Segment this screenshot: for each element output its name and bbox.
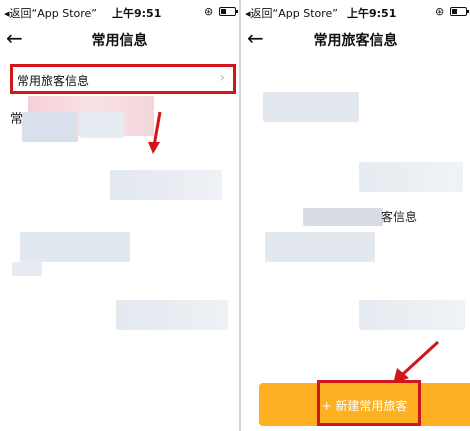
rotation-lock-icon: ⊛	[435, 5, 445, 18]
blurred-block	[80, 112, 124, 138]
status-time: 上午9:51	[112, 7, 162, 20]
status-time: 上午9:51	[347, 7, 397, 20]
battery-icon	[219, 7, 238, 16]
blurred-block	[12, 262, 42, 276]
add-frequent-traveler-button[interactable]: + 新建常用旅客	[259, 380, 470, 426]
right-screen: ◂返回“App Store” 上午9:51 ⊛ ← 常用旅客信息 客信息 + 新…	[241, 0, 470, 431]
annotation-arrow	[148, 111, 162, 154]
blurred-block	[359, 162, 463, 192]
return-to-app-store[interactable]: ◂返回“App Store”	[245, 5, 338, 21]
blurred-block	[110, 170, 222, 200]
page-title: 常用旅客信息	[313, 33, 398, 49]
partial-traveler-text: 客信息	[381, 210, 418, 224]
highlight-box	[317, 380, 421, 426]
chevron-right-icon: ›	[219, 70, 225, 86]
menu-item-label: 常用旅客信息	[17, 74, 90, 88]
status-bar: ◂返回“App Store” 上午9:51 ⊛	[0, 0, 239, 22]
blurred-block	[116, 300, 228, 330]
status-bar: ◂返回“App Store” 上午9:51 ⊛	[241, 0, 470, 22]
blurred-block	[20, 232, 130, 262]
frequent-traveler-info-item[interactable]: 常用旅客信息 ›	[10, 64, 236, 94]
nav-bar: ← 常用旅客信息	[241, 24, 470, 54]
page-title: 常用信息	[91, 33, 148, 49]
blurred-block	[303, 208, 383, 226]
battery-icon	[450, 7, 469, 16]
left-screen: ◂返回“App Store” 上午9:51 ⊛ ← 常用信息 常用旅客信息 › …	[0, 0, 239, 431]
blurred-block	[263, 92, 359, 122]
blurred-block	[359, 300, 465, 330]
nav-bar: ← 常用信息	[0, 24, 239, 54]
blurred-block	[22, 112, 78, 142]
blurred-block	[265, 232, 375, 262]
return-to-app-store[interactable]: ◂返回“App Store”	[4, 5, 97, 21]
rotation-lock-icon: ⊛	[204, 5, 214, 18]
